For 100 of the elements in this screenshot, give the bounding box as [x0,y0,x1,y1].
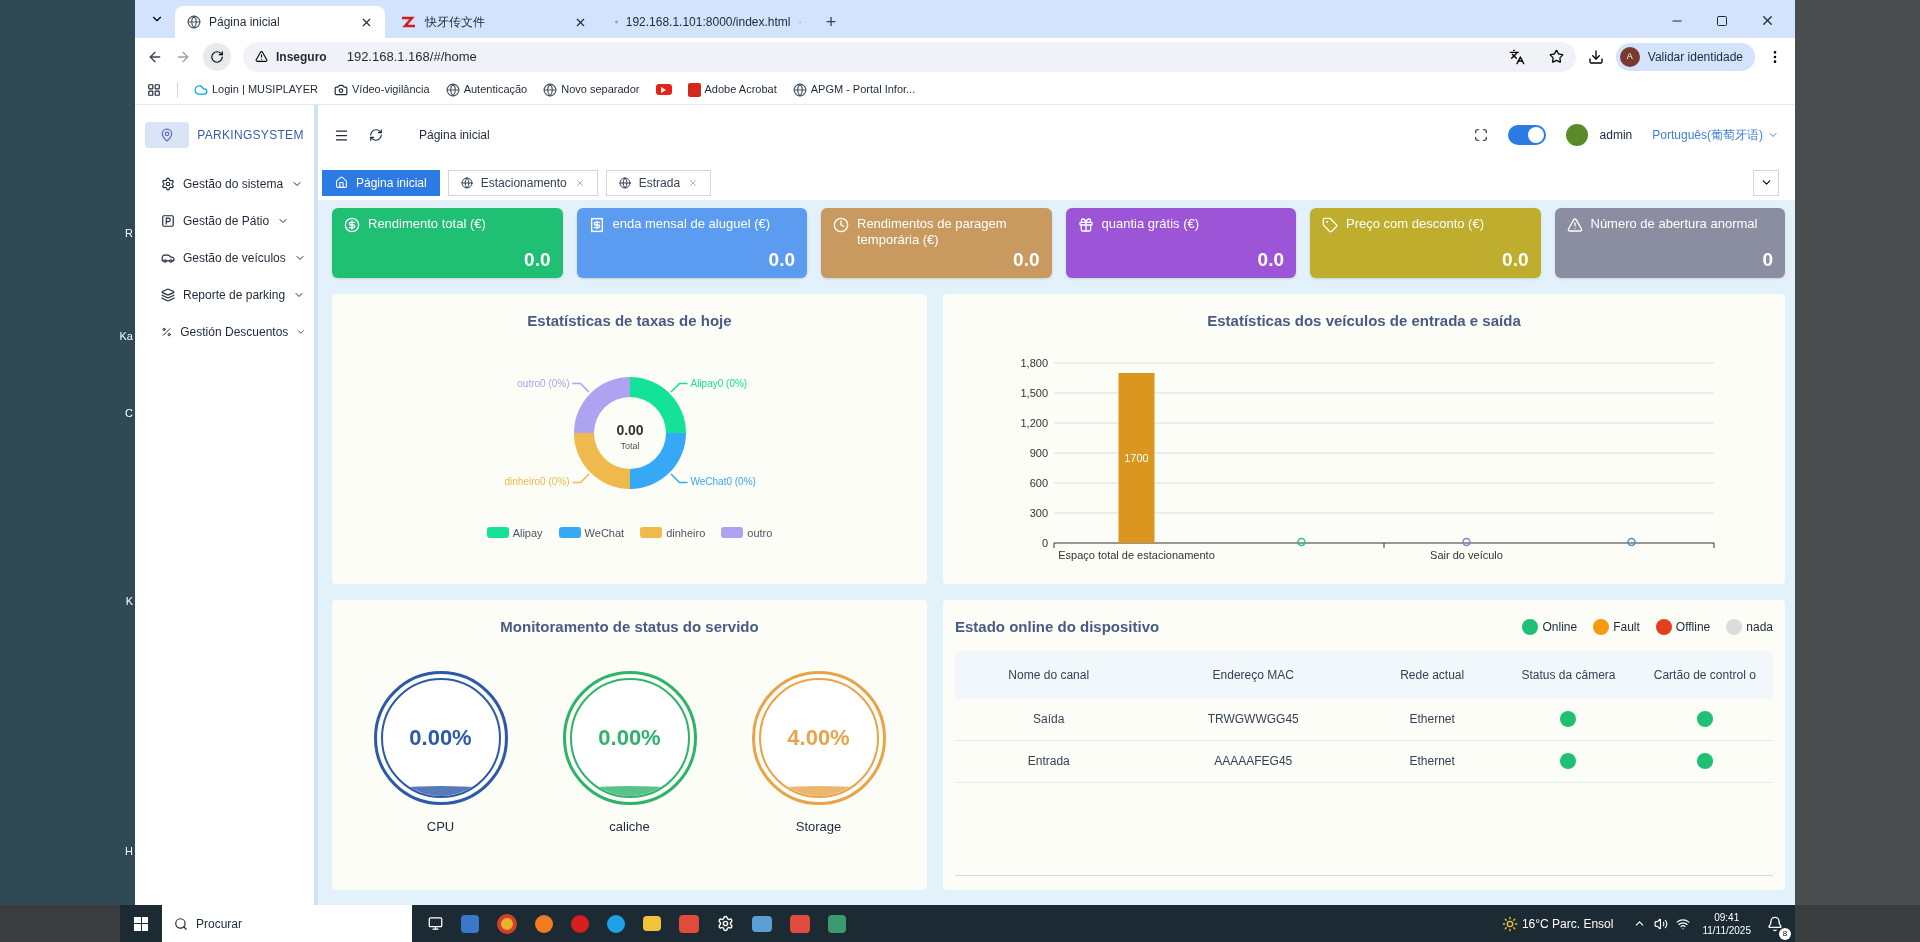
maximize-icon[interactable] [1716,14,1728,27]
browser-icon[interactable] [497,913,517,934]
app-icon[interactable] [679,914,699,933]
panel-title: Estatísticas dos veículos de entrada e saída [1207,311,1521,331]
axis-tick-label: 900 [1029,446,1048,459]
panel-title: Monitoramento de status do servido [500,617,759,637]
sidebar-item[interactable]: Gestão de Pátio [135,202,314,239]
task-view-icon[interactable] [428,916,443,931]
gauge-label: CPU [426,817,455,836]
legend-label: Online [1542,619,1578,637]
home-icon [335,176,348,189]
tab-title: 192.168.1.101:8000/index.html [625,14,791,31]
app-icon[interactable] [752,915,772,932]
settings-icon[interactable] [717,915,734,932]
address-field[interactable]: Inseguro 192.168.1.168/#/home [243,41,1576,72]
stat-value: 0.0 [1502,250,1529,270]
panel-title: Estado online do dispositivo [955,617,1160,637]
slice-label: dinheiro0 (0%) [503,476,569,487]
page-tab[interactable]: Página inicial [322,169,440,196]
stat-value: 0 [1762,250,1773,270]
bookmark[interactable]: Autenticação [445,81,528,98]
tab-title: 快牙传文件 [425,14,486,31]
logo-icon [145,122,190,148]
zero-marker [1297,537,1306,546]
app-icon[interactable] [790,914,810,933]
sidebar-item[interactable]: Gestão do sistema [135,165,314,202]
gauge-value: 0.00% [409,724,472,752]
apps-icon[interactable] [147,82,161,97]
table-cell-text: Entrada [1026,753,1071,770]
network-icon[interactable] [1676,916,1691,931]
table-cell-text: Ethernet [1408,753,1456,770]
gift-icon [1077,217,1094,233]
table-cell-text: TRWGWWGG45 [1206,711,1300,728]
browser-tab[interactable]: 快牙传文件 [389,6,599,38]
profile-button[interactable]: A Validar identidade [1615,42,1755,71]
bookmark[interactable]: Login | MUSIPLAYER [194,81,318,98]
notification-icon[interactable] [1767,915,1783,932]
browser-tab[interactable]: 192.168.1.101:8000/index.html [603,6,813,38]
table-cell-text: AAAAAFEG45 [1213,753,1294,770]
camera-icon [334,82,348,97]
page-tab[interactable]: Estrada [605,169,712,196]
theme-switch[interactable] [1507,125,1546,145]
reload-button[interactable] [203,42,231,71]
stat-title: Número de abertura anormal [1590,216,1758,232]
bookmark[interactable]: Novo separador [543,81,640,98]
bookmark[interactable]: Adobe Acrobat [687,81,777,98]
speaker-icon[interactable] [1654,916,1669,931]
legend-label: Fault [1613,619,1640,637]
translate-icon[interactable] [1508,48,1525,65]
warning-icon [255,50,268,63]
bookmark[interactable]: Vídeo-vigilância [334,81,430,98]
legend-label: WeChat [584,525,625,541]
star-icon[interactable] [1548,49,1564,64]
legend-label: nada [1746,619,1773,637]
axis-tick-label: 300 [1029,506,1048,519]
app-icon[interactable] [461,914,479,933]
download-icon[interactable] [1587,48,1604,65]
axis-tick-label: 0 [1041,536,1048,549]
stat-value: 0.0 [1013,250,1040,270]
menu-icon[interactable] [334,127,349,143]
bookmark[interactable]: APGM - Portal Infor... [792,81,916,98]
bar-value: 1700 [1124,451,1149,464]
category-label: Sair do veículo [1430,548,1503,561]
sidebar-item[interactable]: Gestión Descuentos [135,313,314,350]
total-value: 0.00 [615,421,644,438]
browser-tab[interactable]: Página inicial [175,6,385,38]
browser-icon[interactable] [535,914,553,933]
weather-text: 16°C Parc. Ensol [1521,915,1614,933]
stat-title: Rendimentos de paragem temporária (€) [857,216,1008,248]
tag-icon [1322,217,1338,233]
language-select[interactable]: Português(葡萄牙语) [1652,126,1779,144]
bookmark[interactable] [655,84,672,95]
weather-icon [1501,915,1518,932]
stat-title: Preço com desconto (€) [1346,216,1484,232]
column-header: Rede actual [1399,666,1466,684]
stat-value: 0.0 [768,250,795,270]
sidebar-item[interactable]: Reporte de parking [135,276,314,313]
clock-icon [833,217,849,233]
legend-label: Alipay [512,525,543,541]
panel-title: Estatísticas de taxas de hoje [527,311,732,331]
legend-label: Offline [1675,619,1711,637]
taskbar-search-field[interactable]: Procurar [162,905,412,942]
app-icon[interactable] [828,914,846,933]
sidebar-item[interactable]: Gestão de veículos [135,239,314,276]
cloud-icon [194,82,208,97]
url-text: 192.168.1.168/#/home [346,47,477,66]
security-label: Inseguro [276,48,327,66]
folder-icon[interactable] [643,916,661,931]
new-tab-button[interactable]: + [817,8,845,36]
notification-badge: 8 [1779,927,1791,940]
browser-icon[interactable] [607,914,625,933]
play-icon [655,84,672,95]
page-tab[interactable]: Estacionamento [447,169,598,196]
fullscreen-icon[interactable] [1473,128,1488,142]
desktop-icon-label: R [125,226,133,241]
gauge-label: Storage [795,817,842,836]
axis-tick-label: 1,200 [1020,416,1048,429]
refresh-icon[interactable] [369,128,383,142]
lightning-icon [401,16,417,28]
legend-label: outro [747,525,773,541]
